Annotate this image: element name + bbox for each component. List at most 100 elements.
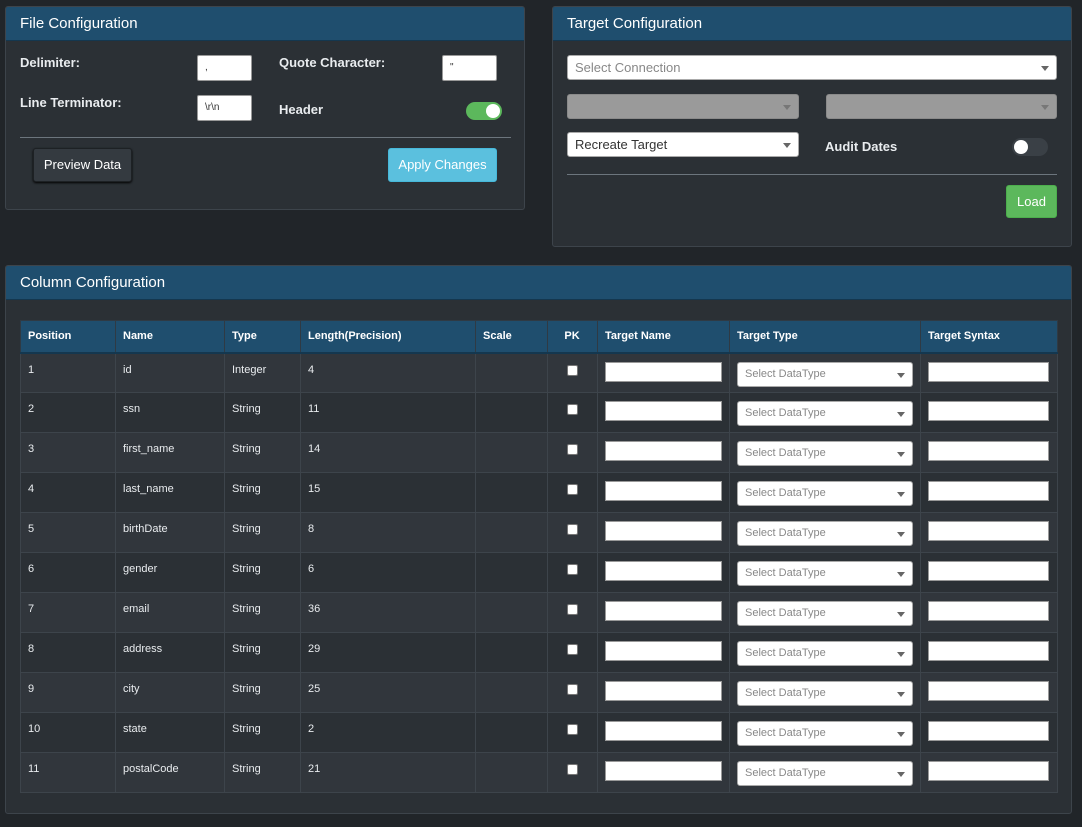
cell-position: 5: [20, 512, 116, 553]
chevron-down-icon: [897, 372, 905, 378]
cell-target-type: Select DataType: [729, 672, 921, 713]
target-name-input[interactable]: [605, 761, 722, 781]
pk-checkbox[interactable]: [566, 444, 578, 455]
chevron-down-icon: [897, 692, 905, 697]
cell-name: gender: [115, 552, 225, 593]
column-header-position[interactable]: Position: [20, 320, 116, 354]
target-type-select[interactable]: Select DataType: [737, 401, 913, 426]
apply-changes-button[interactable]: Apply Changes: [388, 148, 497, 182]
target-type-placeholder: Select DataType: [745, 487, 826, 499]
target-syntax-input[interactable]: [928, 641, 1049, 661]
target-syntax-input[interactable]: [928, 441, 1049, 461]
cell-length: 15: [300, 472, 476, 513]
pk-checkbox[interactable]: [566, 764, 578, 775]
target-syntax-input[interactable]: [928, 761, 1049, 781]
target-type-select[interactable]: Select DataType: [737, 641, 913, 666]
cell-type: String: [224, 632, 301, 673]
load-button[interactable]: Load: [1006, 185, 1057, 218]
cell-target-name: [597, 632, 730, 673]
cell-length: 11: [300, 392, 476, 433]
target-name-input[interactable]: [605, 641, 722, 661]
target-type-select[interactable]: Select DataType: [737, 441, 913, 466]
cell-length: 21: [300, 752, 476, 793]
schema-select[interactable]: [826, 94, 1057, 119]
cell-scale: [475, 632, 548, 673]
cell-pk: [547, 712, 598, 753]
pk-checkbox[interactable]: [566, 524, 578, 535]
target-type-select[interactable]: Select DataType: [737, 761, 913, 786]
pk-checkbox[interactable]: [566, 644, 578, 655]
cell-type: String: [224, 552, 301, 593]
target-name-input[interactable]: [605, 521, 722, 541]
pk-checkbox[interactable]: [566, 364, 578, 376]
connection-select[interactable]: Select Connection: [567, 55, 1057, 80]
target-syntax-input[interactable]: [928, 521, 1049, 541]
target-mode-select[interactable]: Recreate Target: [567, 132, 799, 157]
pk-checkbox[interactable]: [566, 564, 578, 575]
column-header-type[interactable]: Type: [224, 320, 301, 354]
cell-target-type: Select DataType: [729, 512, 921, 553]
cell-position: 10: [20, 712, 116, 753]
file-configuration-title: File Configuration: [6, 7, 524, 41]
pk-checkbox[interactable]: [566, 484, 578, 495]
header-label: Header: [279, 102, 324, 117]
delimiter-input[interactable]: ,: [197, 55, 252, 81]
pk-checkbox[interactable]: [566, 604, 578, 615]
cell-position: 6: [20, 552, 116, 593]
cell-length: 2: [300, 712, 476, 753]
column-header-scale[interactable]: Scale: [475, 320, 548, 354]
header-toggle[interactable]: [466, 102, 502, 120]
target-type-select[interactable]: Select DataType: [737, 481, 913, 506]
cell-length: 6: [300, 552, 476, 593]
column-header-target-name[interactable]: Target Name: [597, 320, 730, 354]
target-type-placeholder: Select DataType: [745, 687, 826, 699]
cell-target-syntax: [920, 752, 1058, 793]
target-syntax-input[interactable]: [928, 721, 1049, 741]
target-type-select[interactable]: Select DataType: [737, 721, 913, 746]
cell-pk: [547, 672, 598, 713]
cell-length: 29: [300, 632, 476, 673]
target-name-input[interactable]: [605, 481, 722, 501]
target-type-select[interactable]: Select DataType: [737, 681, 913, 706]
table-row: 11 postalCode String 21 Select DataType: [20, 752, 1058, 793]
target-name-input[interactable]: [605, 361, 722, 382]
column-header-name[interactable]: Name: [115, 320, 225, 354]
target-type-select[interactable]: Select DataType: [737, 601, 913, 626]
column-header-target-syntax[interactable]: Target Syntax: [920, 320, 1058, 354]
target-syntax-input[interactable]: [928, 361, 1049, 382]
quote-character-label: Quote Character:: [279, 55, 386, 70]
target-syntax-input[interactable]: [928, 401, 1049, 421]
target-name-input[interactable]: [605, 601, 722, 621]
table-row: 7 email String 36 Select DataType: [20, 592, 1058, 633]
target-name-input[interactable]: [605, 401, 722, 421]
target-type-select[interactable]: Select DataType: [737, 361, 913, 387]
pk-checkbox[interactable]: [566, 404, 578, 415]
pk-checkbox[interactable]: [566, 724, 578, 735]
preview-data-button[interactable]: Preview Data: [33, 148, 132, 182]
database-select[interactable]: [567, 94, 799, 119]
target-type-select[interactable]: Select DataType: [737, 521, 913, 546]
target-syntax-input[interactable]: [928, 601, 1049, 621]
cell-name: postalCode: [115, 752, 225, 793]
cell-target-syntax: [920, 472, 1058, 513]
column-header-pk[interactable]: PK: [547, 320, 598, 354]
cell-scale: [475, 672, 548, 713]
cell-type: String: [224, 712, 301, 753]
cell-target-type: Select DataType: [729, 632, 921, 673]
target-name-input[interactable]: [605, 721, 722, 741]
pk-checkbox[interactable]: [566, 684, 578, 695]
target-config-divider: [567, 174, 1057, 175]
audit-dates-toggle[interactable]: [1012, 138, 1048, 156]
target-type-select[interactable]: Select DataType: [737, 561, 913, 586]
quote-character-input[interactable]: ": [442, 55, 497, 81]
target-name-input[interactable]: [605, 441, 722, 461]
target-syntax-input[interactable]: [928, 561, 1049, 581]
target-name-input[interactable]: [605, 681, 722, 701]
line-terminator-input[interactable]: \r\n: [197, 95, 252, 121]
column-header-target-type[interactable]: Target Type: [729, 320, 921, 354]
column-header-length[interactable]: Length(Precision): [300, 320, 476, 354]
cell-target-type: Select DataType: [729, 752, 921, 793]
target-syntax-input[interactable]: [928, 481, 1049, 501]
target-syntax-input[interactable]: [928, 681, 1049, 701]
target-name-input[interactable]: [605, 561, 722, 581]
